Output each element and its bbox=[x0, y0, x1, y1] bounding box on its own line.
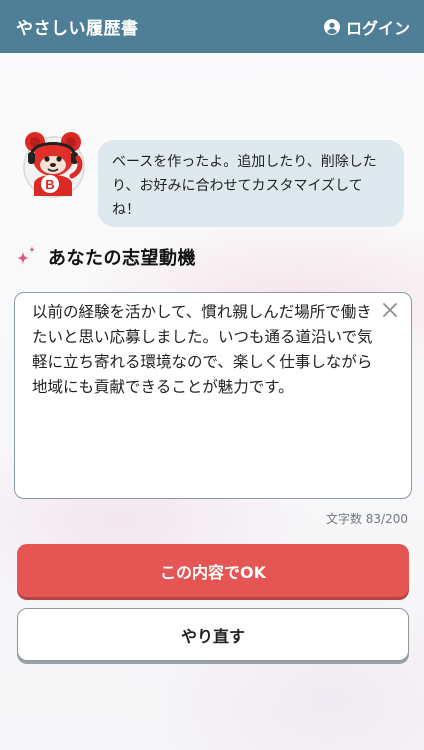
mascot-avatar: B bbox=[23, 132, 85, 198]
section-title: あなたの志望動機 bbox=[48, 248, 196, 269]
app-header: やさしい履歴書 ログイン bbox=[0, 0, 424, 53]
login-button[interactable]: ログイン bbox=[323, 15, 410, 39]
character-counter: 文字数 83/200 bbox=[325, 512, 408, 526]
section-heading: あなたの志望動機 bbox=[14, 244, 196, 270]
assistant-speech-bubble: ベースを作ったよ。追加したり、削除したり、お好みに合わせてカスタマイズしてね！ bbox=[98, 140, 404, 227]
login-label: ログイン bbox=[345, 18, 410, 38]
retry-button[interactable]: やり直す bbox=[17, 608, 409, 661]
motivation-textarea[interactable]: 以前の経験を活かして、慣れ親しんだ場所で働きたいと思い応募しました。いつも通る道… bbox=[14, 292, 412, 499]
mascot-badge-letter: B bbox=[45, 177, 54, 192]
close-icon[interactable] bbox=[383, 303, 397, 317]
sparkle-icon bbox=[17, 246, 35, 265]
motivation-text[interactable]: 以前の経験を活かして、慣れ親しんだ場所で働きたいと思い応募しました。いつも通る道… bbox=[32, 300, 387, 400]
confirm-ok-button[interactable]: この内容でOK bbox=[17, 544, 409, 597]
user-circle-icon bbox=[323, 18, 340, 35]
app-title: やさしい履歴書 bbox=[16, 19, 139, 39]
app-screen: やさしい履歴書 ログイン B ベースを作ったよ。追加したり、削除したり、お好みに… bbox=[0, 0, 424, 750]
